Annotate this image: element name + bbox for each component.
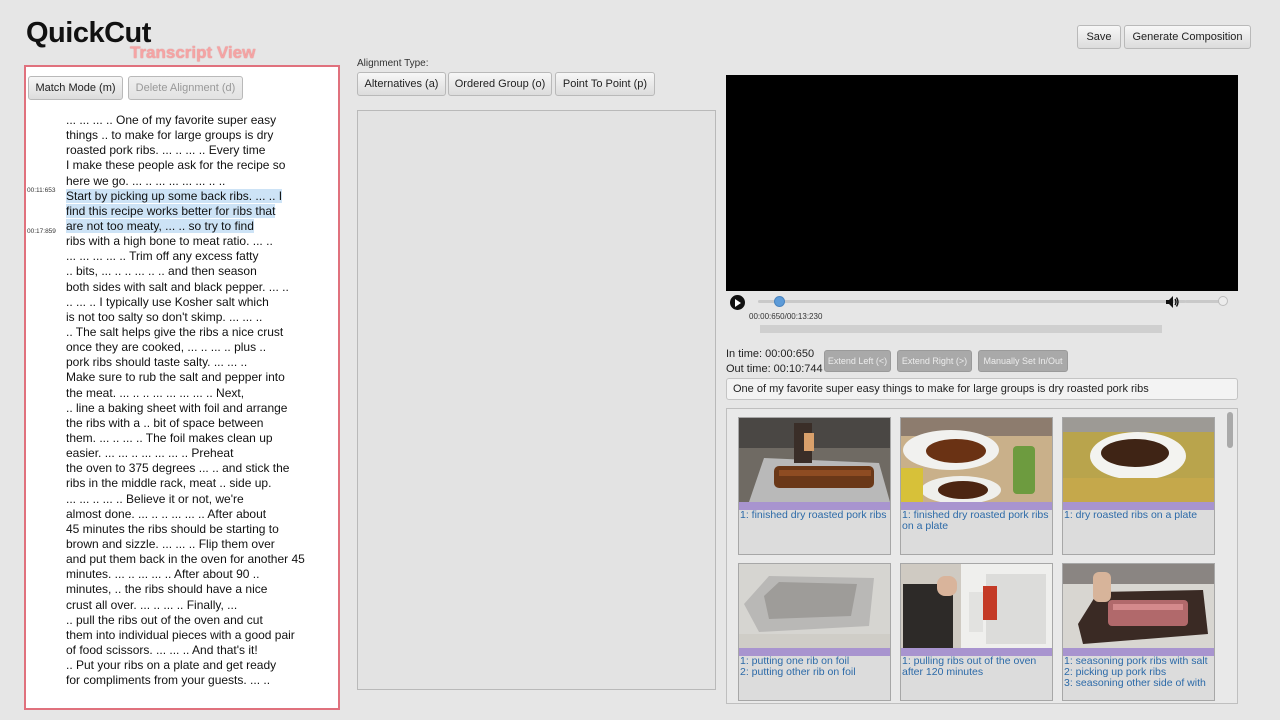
- clip-thumbnail: [1063, 564, 1214, 648]
- scrub-handle[interactable]: [773, 296, 785, 307]
- volume-handle[interactable]: [1218, 296, 1228, 306]
- transcript-line[interactable]: minutes, .. the ribs should have a nice: [66, 582, 336, 597]
- clip-thumbnail: [739, 564, 890, 648]
- transcript-line[interactable]: things .. to make for large groups is dr…: [66, 128, 336, 143]
- transcript-text[interactable]: ... ... ... .. One of my favorite super …: [66, 113, 336, 688]
- transcript-line[interactable]: are not too meaty, ... .. so try to find: [66, 218, 336, 234]
- timestamp-end: 00:17:859: [27, 228, 56, 235]
- clip-label[interactable]: 2: picking up pork ribs: [1064, 666, 1214, 678]
- transcript-line[interactable]: ribs with a high bone to meat ratio. ...…: [66, 234, 336, 249]
- segment-bar: [760, 325, 1162, 333]
- transcript-line[interactable]: them. ... .. ... .. The foil makes clean…: [66, 431, 336, 446]
- transcript-line[interactable]: find this recipe works better for ribs t…: [66, 203, 336, 219]
- extend-right-button[interactable]: Extend Right (>): [897, 350, 972, 372]
- alternatives-button[interactable]: Alternatives (a): [357, 72, 446, 96]
- clip-thumbnail: [901, 564, 1052, 648]
- transcript-line[interactable]: .. line a baking sheet with foil and arr…: [66, 401, 336, 416]
- transcript-line[interactable]: and put them back in the oven for anothe…: [66, 552, 336, 567]
- delete-alignment-button[interactable]: Delete Alignment (d): [128, 76, 243, 100]
- match-mode-button[interactable]: Match Mode (m): [28, 76, 123, 100]
- transcript-line[interactable]: easier. ... ... .. ... ... ... .. Prehea…: [66, 446, 336, 461]
- transcript-line[interactable]: once they are cooked, ... .. ... .. plus…: [66, 340, 336, 355]
- transcript-panel: Match Mode (m) Delete Alignment (d) 00:1…: [24, 65, 340, 710]
- clip-thumbnail: [739, 418, 890, 502]
- extend-left-button[interactable]: Extend Left (<): [824, 350, 891, 372]
- transcript-line[interactable]: is not too salty so don't skimp. ... ...…: [66, 310, 336, 325]
- transcript-line[interactable]: the meat. ... .. .. ... ... ... ... .. N…: [66, 386, 336, 401]
- point-to-point-button[interactable]: Point To Point (p): [555, 72, 655, 96]
- transcript-line[interactable]: minutes. ... .. ... ... .. After about 9…: [66, 567, 336, 582]
- gallery-scrollbar[interactable]: [1227, 412, 1233, 448]
- view-label: Transcript View: [130, 43, 256, 62]
- clip-card[interactable]: 1: pulling ribs out of the oven after 12…: [900, 563, 1053, 701]
- clip-label[interactable]: 2: putting other rib on foil: [740, 666, 890, 678]
- transcript-line[interactable]: almost done. ... .. .. ... ... .. After …: [66, 507, 336, 522]
- transcript-line[interactable]: pork ribs should taste salty. ... ... ..: [66, 355, 336, 370]
- alignment-workspace[interactable]: [357, 110, 716, 690]
- transcript-line[interactable]: 45 minutes the ribs should be starting t…: [66, 522, 336, 537]
- transcript-line[interactable]: .. pull the ribs out of the oven and cut: [66, 613, 336, 628]
- clip-label[interactable]: 1: finished dry roasted pork ribs on a p…: [902, 510, 1052, 532]
- transcript-line[interactable]: I make these people ask for the recipe s…: [66, 158, 336, 173]
- timestamp-start: 00:11:653: [27, 187, 56, 194]
- clip-labels: 1: finished dry roasted pork ribs: [740, 510, 890, 521]
- save-button[interactable]: Save: [1077, 25, 1121, 49]
- transcript-line[interactable]: Make sure to rub the salt and pepper int…: [66, 370, 336, 385]
- transcript-line[interactable]: for compliments from your guests. ... ..: [66, 673, 336, 688]
- transcript-line[interactable]: crust all over. ... .. ... .. Finally, .…: [66, 598, 336, 613]
- alignment-type-label: Alignment Type:: [357, 58, 429, 69]
- transcript-line[interactable]: .. bits, ... .. .. ... .. .. and then se…: [66, 264, 336, 279]
- clip-card[interactable]: 1: dry roasted ribs on a plate: [1062, 417, 1215, 555]
- clip-thumbnail: [1063, 418, 1214, 502]
- volume-icon[interactable]: [1164, 294, 1180, 310]
- out-time: Out time: 00:10:744: [726, 363, 823, 375]
- transcript-line[interactable]: both sides with salt and black pepper. .…: [66, 280, 336, 295]
- clip-labels: 1: finished dry roasted pork ribs on a p…: [902, 510, 1052, 532]
- in-time: In time: 00:00:650: [726, 348, 815, 360]
- transcript-line[interactable]: .. The salt helps give the ribs a nice c…: [66, 325, 336, 340]
- caption-field[interactable]: One of my favorite super easy things to …: [726, 378, 1238, 400]
- transcript-line[interactable]: of food scissors. ... ... .. And that's …: [66, 643, 336, 658]
- transcript-line[interactable]: .. ... .. I typically use Kosher salt wh…: [66, 295, 336, 310]
- transcript-line[interactable]: roasted pork ribs. ... .. ... .. Every t…: [66, 143, 336, 158]
- transcript-line[interactable]: ... ... ... ... .. Trim off any excess f…: [66, 249, 336, 264]
- time-readout: 00:00:650/00:13:230: [749, 312, 823, 321]
- clip-label[interactable]: 3: seasoning other side of with: [1064, 677, 1214, 689]
- transcript-line[interactable]: here we go. ... .. ... ... ... ... .. ..: [66, 174, 336, 189]
- clip-label[interactable]: 1: finished dry roasted pork ribs: [740, 510, 890, 521]
- manually-set-in-out-button[interactable]: Manually Set In/Out: [978, 350, 1068, 372]
- generate-composition-button[interactable]: Generate Composition: [1124, 25, 1251, 49]
- clip-thumbnail: [901, 418, 1052, 502]
- clip-card[interactable]: 1: seasoning pork ribs with salt 2: pick…: [1062, 563, 1215, 701]
- transcript-line[interactable]: the ribs with a .. bit of space between: [66, 416, 336, 431]
- video-frame[interactable]: [726, 75, 1238, 291]
- ordered-group-button[interactable]: Ordered Group (o): [448, 72, 552, 96]
- transcript-line[interactable]: ... ... .. ... .. Believe it or not, we'…: [66, 492, 336, 507]
- clip-card[interactable]: 1: finished dry roasted pork ribs on a p…: [900, 417, 1053, 555]
- clip-label[interactable]: 1: pulling ribs out of the oven after 12…: [902, 656, 1052, 678]
- clip-labels: 1: dry roasted ribs on a plate: [1064, 510, 1214, 521]
- clip-labels: 1: seasoning pork ribs with salt 2: pick…: [1064, 656, 1214, 688]
- transcript-line[interactable]: .. Put your ribs on a plate and get read…: [66, 658, 336, 673]
- scrub-track[interactable]: [758, 300, 1186, 303]
- transcript-line[interactable]: the oven to 375 degrees ... .. and stick…: [66, 461, 336, 476]
- transcript-line[interactable]: brown and sizzle. ... ... .. Flip them o…: [66, 537, 336, 552]
- transcript-line[interactable]: ribs in the middle rack, meat .. side up…: [66, 476, 336, 491]
- clip-card[interactable]: 1: finished dry roasted pork ribs: [738, 417, 891, 555]
- clip-label[interactable]: 1: dry roasted ribs on a plate: [1064, 510, 1214, 521]
- transcript-line[interactable]: Start by picking up some back ribs. ... …: [66, 188, 336, 204]
- clip-card[interactable]: 1: putting one rib on foil 2: putting ot…: [738, 563, 891, 701]
- play-icon[interactable]: [730, 295, 745, 310]
- transcript-line[interactable]: ... ... ... .. One of my favorite super …: [66, 113, 336, 128]
- clip-labels: 1: pulling ribs out of the oven after 12…: [902, 656, 1052, 678]
- clip-labels: 1: putting one rib on foil 2: putting ot…: [740, 656, 890, 678]
- transcript-line[interactable]: them into individual pieces with a good …: [66, 628, 336, 643]
